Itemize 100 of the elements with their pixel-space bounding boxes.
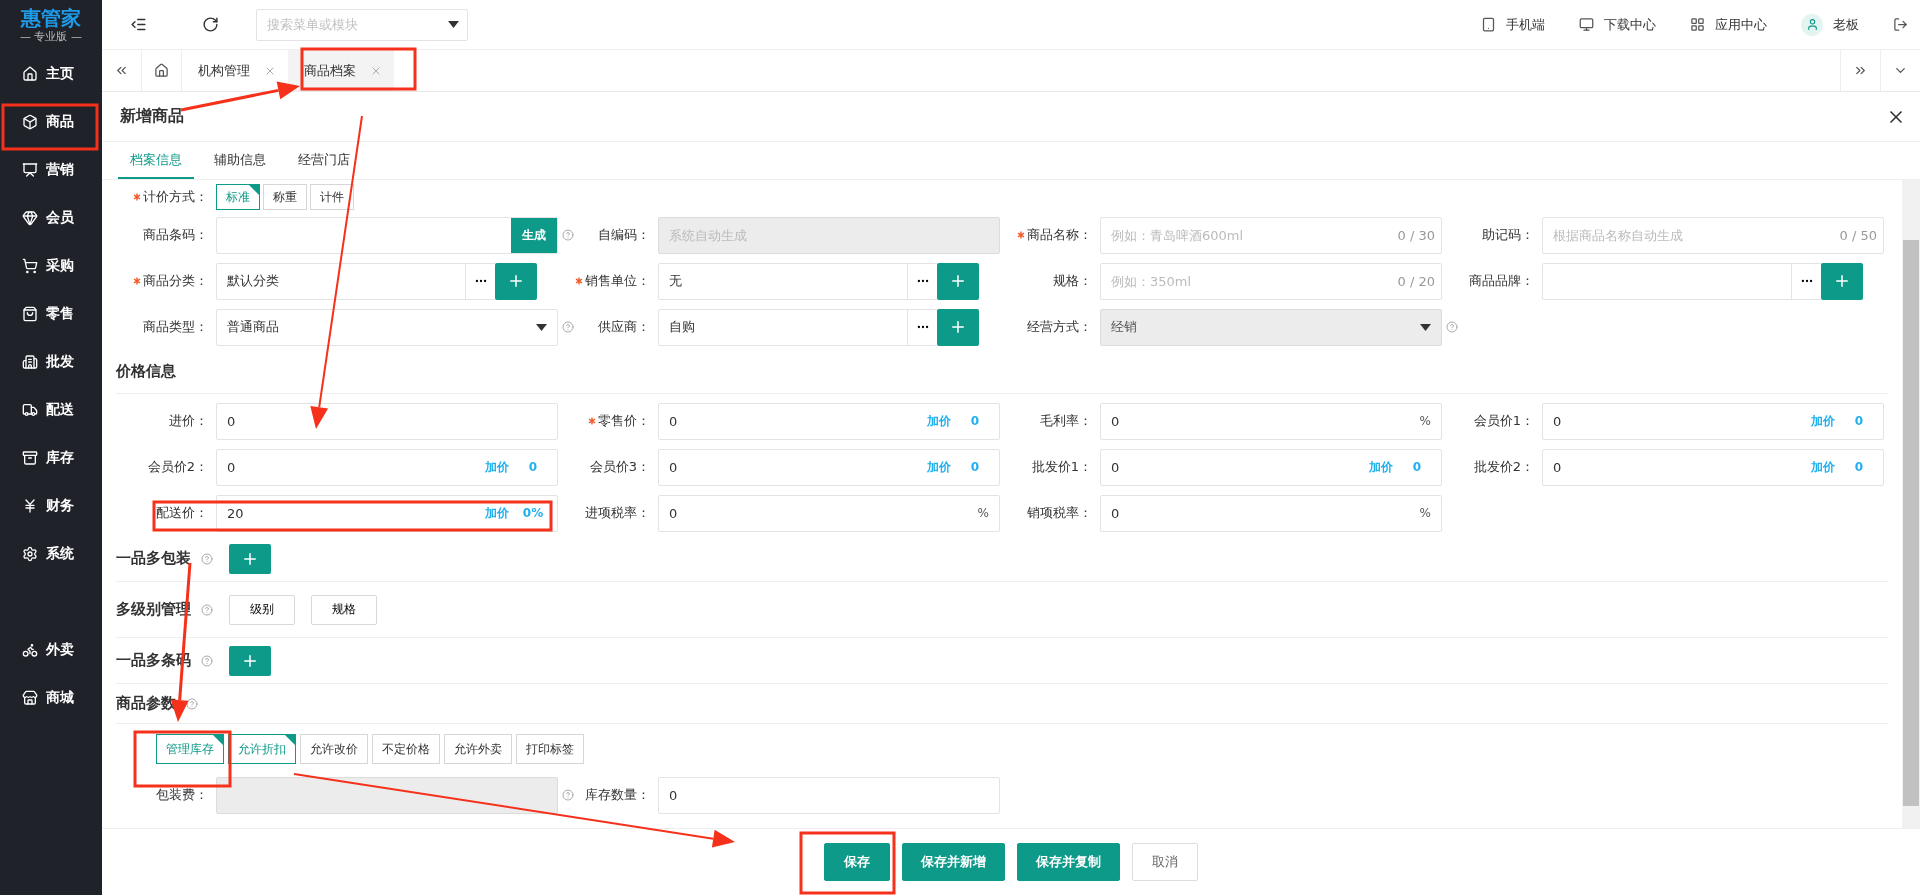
input-box[interactable]: 0 %	[1100, 402, 1442, 440]
text-input[interactable]: 0	[659, 777, 999, 813]
sidebar-item[interactable]: 库存	[0, 434, 102, 482]
help-icon[interactable]	[201, 654, 213, 667]
input-box[interactable]: 无	[658, 262, 938, 300]
field-label: 销项税率：	[1027, 504, 1092, 522]
footer-button[interactable]: 保存并复制	[1017, 843, 1120, 881]
pricing-option[interactable]: 计件	[310, 184, 354, 210]
sidebar-item[interactable]: 会员	[0, 194, 102, 242]
text-input[interactable]: 0	[217, 449, 485, 485]
input-box[interactable]: 0 加价 0	[1100, 448, 1442, 486]
form-tab[interactable]: 辅助信息	[202, 142, 278, 179]
help-icon[interactable]	[186, 697, 198, 710]
text-input[interactable]: 0	[1101, 403, 1420, 439]
markup-value: 0	[527, 460, 539, 474]
sidebar-item[interactable]: 营销	[0, 146, 102, 194]
generate-button[interactable]: 生成	[511, 217, 557, 253]
search-box[interactable]: 搜索菜单或模块	[256, 8, 468, 41]
field-label: 批发价1：	[1031, 458, 1092, 476]
text-input[interactable]: 例如：青岛啤酒600ml	[1101, 217, 1398, 253]
sidebar-item[interactable]: 配送	[0, 386, 102, 434]
header-link[interactable]: 老板	[1801, 13, 1859, 36]
input-box[interactable]: 自购	[658, 308, 938, 346]
input-box[interactable]: 0 %	[658, 494, 1000, 532]
footer-button[interactable]: 取消	[1132, 843, 1198, 881]
field-label: 库存数量：	[585, 786, 650, 804]
header-link[interactable]: 应用中心	[1690, 15, 1767, 34]
field-label: 自编码：	[598, 226, 650, 244]
level-button[interactable]: 规格	[311, 594, 377, 625]
pricing-option[interactable]: 称重	[263, 184, 307, 210]
section-title: 一品多包装	[116, 549, 191, 568]
add-button[interactable]	[937, 262, 979, 300]
settings-icon	[22, 546, 38, 562]
form-tab[interactable]: 档案信息	[118, 142, 194, 179]
input-box[interactable]: 0 加价 0	[1542, 402, 1884, 440]
text-input[interactable]: 无	[659, 263, 907, 299]
add-button[interactable]	[495, 262, 537, 300]
section-title: 价格信息	[116, 362, 176, 381]
sidebar-item[interactable]: 商品	[0, 98, 102, 146]
input-box[interactable]: 生成	[216, 216, 558, 254]
text-input[interactable]: 自购	[659, 309, 907, 345]
add-button[interactable]	[937, 308, 979, 346]
text-input[interactable]: 0	[659, 403, 927, 439]
form-tab[interactable]: 经营门店	[286, 142, 362, 179]
input-box[interactable]: 默认分类	[216, 262, 496, 300]
text-input[interactable]: 0	[1101, 449, 1369, 485]
help-icon[interactable]	[562, 229, 574, 241]
sidebar-item[interactable]: 主页	[0, 50, 102, 98]
help-icon[interactable]	[201, 552, 213, 565]
field-label: 会员价1：	[1473, 412, 1534, 430]
input-box[interactable]: 0 加价 0	[658, 448, 1000, 486]
sidebar-item[interactable]: 采购	[0, 242, 102, 290]
param-option[interactable]: 不定价格	[372, 734, 440, 764]
user-avatar-icon	[1801, 13, 1823, 36]
yen-icon	[22, 498, 38, 514]
text-input[interactable]: 0	[659, 495, 978, 531]
param-option[interactable]: 允许外卖	[444, 734, 512, 764]
text-input[interactable]: 0	[1543, 403, 1811, 439]
dropdown-caret-icon	[448, 21, 459, 28]
param-option[interactable]: 打印标签	[516, 734, 584, 764]
add-button[interactable]	[229, 543, 271, 574]
sidebar-item[interactable]: 外卖	[0, 626, 102, 674]
level-button[interactable]: 级别	[229, 594, 295, 625]
input-box[interactable]: 0 加价 0	[658, 402, 1000, 440]
help-icon[interactable]	[201, 603, 213, 616]
footer-button[interactable]: 保存	[824, 843, 890, 881]
sidebar-item[interactable]: 零售	[0, 290, 102, 338]
scrollbar[interactable]	[1902, 180, 1920, 828]
plus-icon	[1833, 272, 1851, 290]
add-button[interactable]	[229, 645, 271, 676]
sidebar-item[interactable]: 系统	[0, 530, 102, 578]
text-input[interactable]: 0	[659, 449, 927, 485]
input-box[interactable]: 0 %	[1100, 494, 1442, 532]
sidebar-item[interactable]: 批发	[0, 338, 102, 386]
text-input[interactable]: 0	[1101, 495, 1420, 531]
field-label: 商品分类：	[143, 272, 208, 290]
sidebar-item[interactable]: 财务	[0, 482, 102, 530]
text-input[interactable]: 0	[217, 403, 557, 439]
text-input[interactable]: 默认分类	[217, 263, 465, 299]
add-button[interactable]	[1821, 262, 1863, 300]
text-input[interactable]: 0	[1543, 449, 1811, 485]
param-option[interactable]: 允许折扣	[228, 734, 296, 764]
sidebar-item[interactable]: 商城	[0, 674, 102, 722]
help-icon[interactable]	[562, 321, 574, 333]
text-input[interactable]: 根据商品名称自动生成	[1543, 217, 1840, 253]
text-input[interactable]: 例如：350ml	[1101, 263, 1398, 299]
search-input[interactable]: 搜索菜单或模块	[265, 16, 448, 33]
input-box[interactable]: 0 加价 0	[1542, 448, 1884, 486]
pricing-option[interactable]: 标准	[216, 184, 260, 210]
field-label: 会员价3：	[589, 458, 650, 476]
footer-button[interactable]: 保存并新增	[902, 843, 1005, 881]
input-box[interactable]	[1542, 262, 1822, 300]
logout-icon[interactable]	[1893, 17, 1908, 32]
param-option[interactable]: 管理库存	[156, 734, 224, 764]
header-link[interactable]: 下载中心	[1579, 15, 1656, 34]
bag-icon	[22, 306, 38, 322]
text-input[interactable]: 20	[217, 495, 485, 531]
input-box[interactable]: 0 加价 0	[216, 448, 558, 486]
param-option[interactable]: 允许改价	[300, 734, 368, 764]
header-link[interactable]: 手机端	[1481, 15, 1545, 34]
